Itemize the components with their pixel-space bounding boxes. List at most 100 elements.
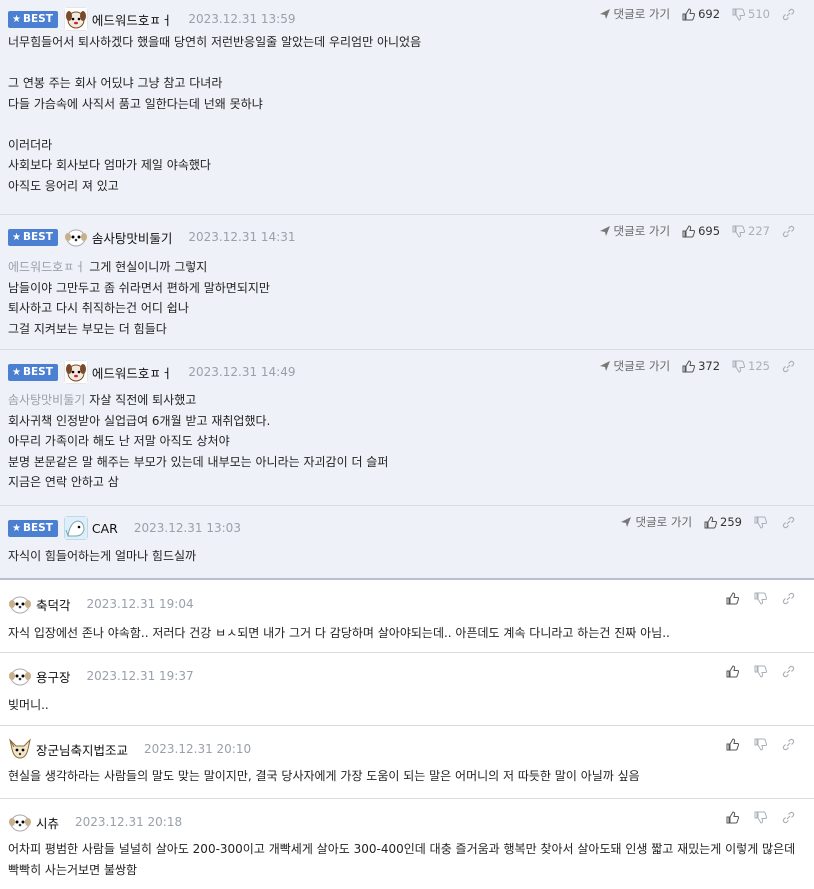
avatar[interactable]: [8, 664, 32, 688]
upvote-button[interactable]: 695: [682, 224, 720, 238]
downvote-button[interactable]: [754, 592, 770, 605]
downvote-button[interactable]: 227: [732, 224, 770, 238]
downvote-button[interactable]: [754, 811, 770, 824]
downvote-button[interactable]: [754, 665, 770, 678]
avatar[interactable]: [63, 7, 88, 31]
downvote-count: 125: [748, 359, 770, 373]
reply-link[interactable]: 댓글로 가기: [599, 223, 670, 239]
nickname[interactable]: 에드워드호ㅍㅓ: [92, 10, 173, 29]
avatar[interactable]: [8, 737, 32, 761]
share-link-button[interactable]: [782, 665, 798, 678]
comment-header: 용구장 2023.12.31 19:37: [8, 663, 194, 689]
nickname[interactable]: 축덕각: [36, 595, 71, 614]
comment-header: 시츄 2023.12.31 20:18: [8, 809, 182, 835]
thumbs-down-icon: [732, 225, 746, 238]
star-icon: ★: [12, 366, 21, 378]
avatar[interactable]: [64, 225, 88, 249]
thumbs-up-icon: [726, 665, 739, 678]
send-icon: [621, 517, 632, 527]
thumbs-up-icon: [704, 515, 718, 528]
comment-header: ★ BEST 에드워드호ㅍㅓ 2023.12.31 13:59: [8, 6, 296, 32]
comment: 장군님축지법조교 2023.12.31 20:10 현실을 생각하라는 사람들의…: [0, 726, 814, 799]
upvote-button[interactable]: [726, 665, 742, 678]
comment-actions: [714, 592, 798, 605]
upvote-button[interactable]: [726, 592, 742, 605]
share-link-button[interactable]: [782, 516, 798, 529]
downvote-button[interactable]: [754, 738, 770, 751]
comment-actions: 댓글로 가기 695 227: [587, 223, 798, 239]
comment-actions: [714, 738, 798, 751]
avatar[interactable]: [8, 592, 32, 616]
comment: 축덕각 2023.12.31 19:04 자식 입장에선 존나 야속함.. 저러…: [0, 580, 814, 653]
comment-header: 축덕각 2023.12.31 19:04: [8, 591, 194, 617]
comment-text: 자식이 힘들어하는게 얼마나 힘드실까: [8, 549, 197, 563]
comment-text: 너무힘들어서 퇴사하겠다 했을때 당연히 저런반응일줄 알았는데 우리엄만 아니…: [8, 35, 422, 193]
downvote-button[interactable]: 125: [732, 359, 770, 373]
comment-header: ★ BEST CAR 2023.12.31 13:03: [8, 515, 241, 541]
thumbs-down-icon: [754, 811, 767, 824]
reply-link[interactable]: 댓글로 가기: [620, 514, 692, 530]
upvote-button[interactable]: [726, 811, 742, 824]
downvote-button[interactable]: [754, 516, 770, 529]
upvote-count: 259: [720, 515, 742, 529]
avatar[interactable]: [63, 360, 88, 384]
downvote-count: 510: [748, 7, 770, 21]
reply-link[interactable]: 댓글로 가기: [599, 358, 670, 374]
comment: 시츄 2023.12.31 20:18 어차피 평범한 사람들 널널히 살아도 …: [0, 799, 814, 889]
comment-list: ★ BEST 에드워드호ㅍㅓ 2023.12.31 13:59 댓글로 가기 69…: [0, 0, 814, 889]
comment-text: 현실을 생각하라는 사람들의 말도 맞는 말이지만, 결국 당사자에게 가장 도…: [8, 769, 640, 783]
share-link-button[interactable]: [782, 811, 798, 824]
share-link-button[interactable]: [782, 738, 798, 751]
upvote-button[interactable]: [726, 738, 742, 751]
upvote-button[interactable]: 259: [704, 515, 742, 529]
comment-text: 자식 입장에선 존나 야속함.. 저러다 건강 ㅂㅅ되면 내가 그거 다 감당하…: [8, 626, 670, 640]
thumbs-up-icon: [726, 738, 739, 751]
upvote-count: 695: [698, 224, 721, 238]
reply-link[interactable]: 댓글로 가기: [599, 6, 670, 22]
share-link-button[interactable]: [782, 360, 798, 373]
send-icon: [599, 226, 610, 236]
star-icon: ★: [12, 522, 21, 534]
thumbs-up-icon: [682, 224, 696, 237]
comment-actions: [714, 811, 798, 824]
thumbs-down-icon: [754, 592, 767, 605]
best-comment: ★ BEST 솜사탕맛비둘기 2023.12.31 14:31 댓글로 가기 69…: [0, 215, 814, 350]
link-icon: [782, 360, 795, 372]
link-icon: [782, 516, 795, 528]
comment-date: 2023.12.31 13:03: [133, 521, 241, 535]
link-icon: [782, 592, 795, 605]
comment-header: ★ BEST 에드워드호ㅍㅓ 2023.12.31 14:49: [8, 359, 296, 385]
nickname[interactable]: 에드워드호ㅍㅓ: [92, 363, 173, 382]
upvote-button[interactable]: 692: [682, 7, 720, 21]
thumbs-up-icon: [682, 7, 696, 20]
share-link-button[interactable]: [782, 225, 798, 238]
comment-header: ★ BEST 솜사탕맛비둘기 2023.12.31 14:31: [8, 224, 296, 250]
thumbs-down-icon: [754, 738, 767, 751]
comment-date: 2023.12.31 14:49: [188, 365, 296, 379]
nickname[interactable]: 솜사탕맛비둘기: [92, 228, 173, 247]
thumbs-down-icon: [732, 8, 746, 21]
nickname[interactable]: 장군님축지법조교: [36, 740, 128, 759]
comment-actions: 댓글로 가기 372 125: [587, 358, 798, 374]
share-link-button[interactable]: [782, 8, 798, 21]
nickname[interactable]: 시츄: [36, 813, 59, 832]
avatar[interactable]: [63, 516, 88, 540]
best-badge: ★ BEST: [8, 363, 58, 381]
share-link-button[interactable]: [782, 592, 798, 605]
link-icon: [782, 738, 795, 751]
nickname[interactable]: 용구장: [36, 667, 71, 686]
thumbs-down-icon: [754, 516, 767, 529]
best-comment: ★ BEST 에드워드호ㅍㅓ 2023.12.31 14:49 댓글로 가기 37…: [0, 350, 814, 506]
reply-mention[interactable]: 솜사탕맛비둘기: [8, 393, 85, 407]
star-icon: ★: [12, 13, 21, 25]
reply-mention[interactable]: 에드워드호ㅍㅓ: [8, 260, 85, 274]
downvote-button[interactable]: 510: [732, 7, 770, 21]
star-icon: ★: [12, 231, 21, 243]
comment-text: 에드워드호ㅍㅓ 그게 현실이니까 그렇지 남들이야 그만두고 좀 쉬라면서 편하게…: [8, 260, 270, 336]
upvote-button[interactable]: 372: [682, 359, 720, 373]
link-icon: [782, 225, 795, 237]
nickname[interactable]: CAR: [92, 521, 118, 536]
send-icon: [599, 9, 610, 19]
avatar[interactable]: [8, 810, 32, 834]
upvote-count: 372: [698, 359, 721, 373]
